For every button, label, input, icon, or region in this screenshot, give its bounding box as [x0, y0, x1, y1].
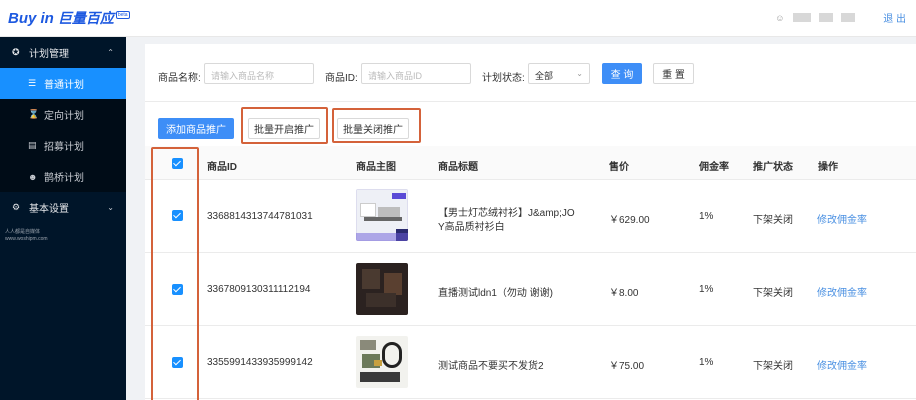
menu-group-settings[interactable]: ⚙ 基本设置 ⌄	[0, 192, 126, 223]
column-header: 佣金率	[699, 162, 729, 173]
product-price: ￥629.00	[609, 215, 650, 226]
plan-icon: ✪	[12, 47, 20, 57]
logo-badge: beta	[115, 11, 130, 19]
promotion-status: 下架关闭	[753, 288, 793, 299]
username-blur	[793, 13, 812, 22]
menu-group-label: 基本设置	[29, 204, 69, 215]
sidebar: ✪ 计划管理 ⌃ ☰ 普通计划 ⌛ 定向计划 ▤ 招募计划 ☻ 鹊桥计划 ⚙ 基…	[0, 37, 126, 400]
product-id-input[interactable]: 请输入商品ID	[361, 63, 471, 84]
product-id: 3355991433935999142	[207, 357, 313, 368]
column-header: 商品主图	[356, 162, 396, 173]
promotion-status: 下架关闭	[753, 361, 793, 372]
edit-commission-link[interactable]: 修改佣金率	[817, 211, 867, 226]
add-product-button[interactable]: 添加商品推广	[158, 118, 234, 139]
product-id-label: 商品ID:	[325, 73, 358, 84]
product-thumbnail[interactable]	[356, 263, 408, 315]
product-id: 3368814313744781031	[207, 211, 313, 222]
promotion-status: 下架关闭	[753, 215, 793, 226]
edit-commission-link[interactable]: 修改佣金率	[817, 284, 867, 299]
document-icon: ▤	[28, 140, 37, 150]
product-title: 【男士灯芯绒衬衫】J&amp;JO	[438, 208, 575, 219]
product-title-cont: Y高品质衬衫白	[438, 222, 505, 233]
plan-status-label: 计划状态:	[482, 73, 525, 84]
table-row: 3355991433935999142 测试商品不要买不发货2 ￥75.00 1…	[145, 326, 916, 399]
logout-button[interactable]: 退 出	[883, 10, 906, 25]
logo[interactable]: Buy in 巨量百应 beta	[8, 8, 130, 28]
top-bar: Buy in 巨量百应 beta ☺ 退 出	[0, 0, 916, 37]
table-row: 3368814313744781031 【男士灯芯绒衬衫】J&amp;JO Y高…	[145, 180, 916, 253]
commission-rate: 1%	[699, 211, 714, 222]
note-line: 人人都是自媒体	[5, 229, 41, 235]
user-icon: ☺	[775, 12, 785, 23]
hourglass-icon: ⌛	[28, 109, 40, 119]
edit-commission-link[interactable]: 修改佣金率	[817, 357, 867, 372]
avatar-blur	[819, 13, 834, 22]
main-content: 商品名称: 请输入商品名称 商品ID: 请输入商品ID 计划状态: 全部 ⌄ 查…	[145, 44, 916, 400]
note-line: www.woshipm.com	[5, 236, 48, 242]
chevron-down-icon: ⌄	[107, 203, 114, 212]
gear-icon: ⚙	[12, 202, 21, 212]
highlight-batch-disable	[332, 108, 421, 143]
product-thumbnail[interactable]	[356, 189, 408, 241]
product-price: ￥75.00	[609, 361, 645, 372]
commission-rate: 1%	[699, 284, 714, 295]
commission-rate: 1%	[699, 357, 714, 368]
product-thumbnail[interactable]	[356, 336, 408, 388]
chevron-up-icon: ⌃	[107, 48, 114, 57]
menu-group-plan[interactable]: ✪ 计划管理 ⌃	[0, 37, 126, 68]
column-header: 售价	[609, 162, 629, 173]
reset-button[interactable]: 重 置	[653, 63, 694, 84]
logo-text: Buy in	[8, 9, 54, 27]
product-name-label: 商品名称:	[158, 73, 201, 84]
highlight-batch-enable	[241, 107, 328, 144]
column-header: 商品ID	[207, 162, 237, 173]
sidebar-item-label: 招募计划	[44, 142, 84, 153]
table-row: 3367809130311112194 直播测试ldn1（勿动 谢谢) ￥8.0…	[145, 253, 916, 326]
product-title: 直播测试ldn1（勿动 谢谢)	[438, 288, 554, 299]
sidebar-item-label: 定向计划	[44, 111, 84, 122]
logo-cn: 巨量百应	[57, 10, 114, 26]
column-header: 推广状态	[753, 162, 793, 173]
product-name-input[interactable]: 请输入商品名称	[204, 63, 314, 84]
chevron-down-icon: ⌄	[576, 69, 583, 78]
list-icon: ☰	[28, 78, 37, 88]
menu-group-label: 计划管理	[29, 49, 69, 60]
product-title: 测试商品不要买不发货2	[438, 361, 544, 372]
sidebar-item-normal-plan[interactable]: ☰ 普通计划	[0, 68, 126, 99]
divider	[145, 101, 916, 102]
filter-bar: 商品名称: 请输入商品名称 商品ID: 请输入商品ID 计划状态: 全部 ⌄ 查…	[145, 44, 916, 102]
column-header: 商品标题	[438, 162, 478, 173]
column-header: 操作	[818, 162, 838, 173]
person-icon: ☻	[28, 171, 38, 182]
product-price: ￥8.00	[609, 288, 639, 299]
user-area: ☺ 退 出	[775, 10, 906, 26]
plan-status-select[interactable]: 全部 ⌄	[528, 63, 590, 84]
plan-status-value: 全部	[535, 71, 554, 81]
shop-blur	[841, 13, 856, 22]
product-id: 3367809130311112194	[207, 284, 311, 295]
sidebar-item-label: 鹊桥计划	[44, 173, 84, 184]
highlight-checkbox-column	[151, 147, 199, 400]
watermark-note: 人人都是自媒体 www.woshipm.com	[0, 223, 126, 249]
query-button[interactable]: 查 询	[602, 63, 642, 84]
sidebar-item-recruit-plan[interactable]: ▤ 招募计划	[0, 130, 126, 161]
sidebar-item-bridge-plan[interactable]: ☻ 鹊桥计划	[0, 161, 126, 192]
sidebar-item-label: 普通计划	[44, 80, 84, 91]
table-header: 商品ID 商品主图 商品标题 售价 佣金率 推广状态 操作	[145, 146, 916, 180]
sidebar-item-targeted-plan[interactable]: ⌛ 定向计划	[0, 99, 126, 130]
